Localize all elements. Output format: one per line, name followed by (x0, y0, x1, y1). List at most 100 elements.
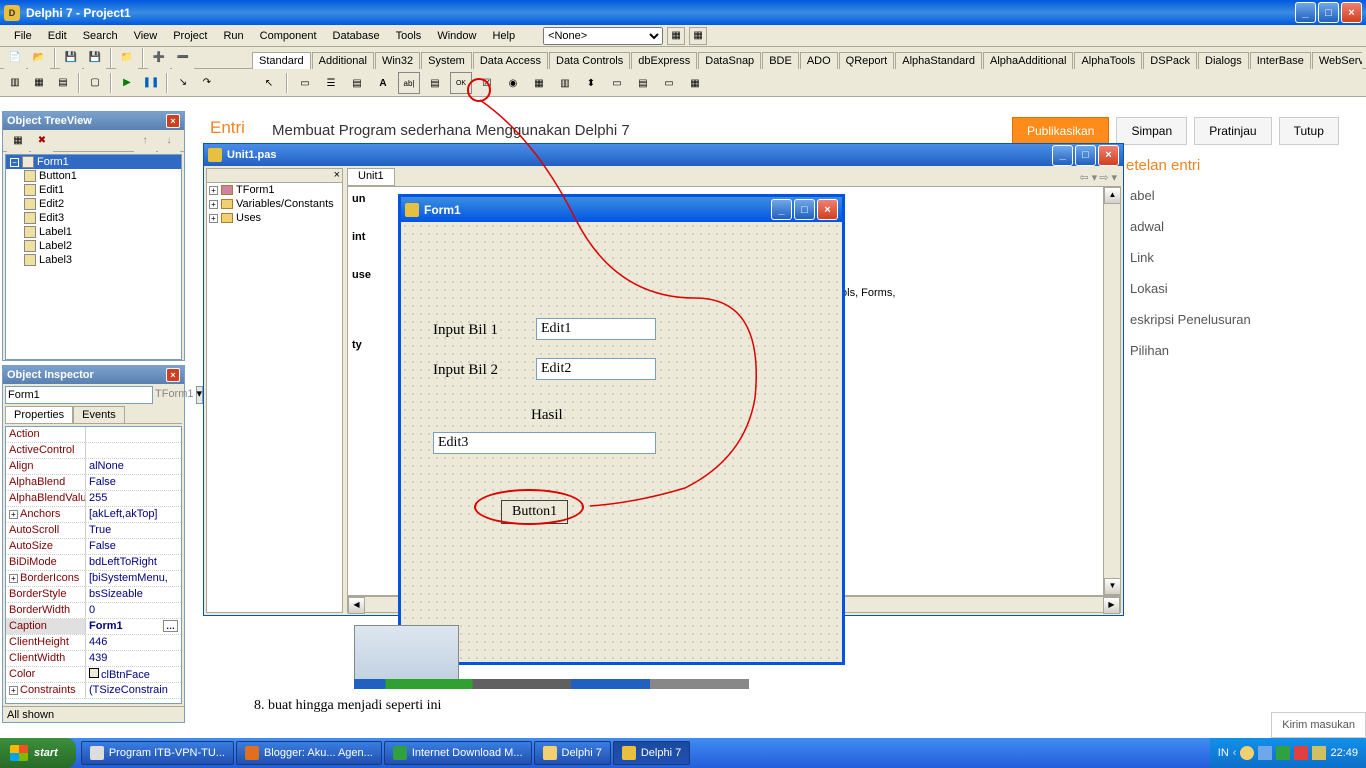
form-titlebar[interactable]: Form1 _ □ × (401, 197, 842, 222)
tray-icon-1[interactable] (1240, 746, 1254, 760)
menu-file[interactable]: File (6, 27, 40, 45)
setting-location[interactable]: Lokasi (1126, 273, 1366, 304)
palette-tab-standard[interactable]: Standard (252, 52, 311, 69)
toolbar-btn-b[interactable]: ▦ (689, 27, 707, 45)
toggle-button[interactable]: ▤ (52, 72, 74, 94)
label-icon[interactable]: A (372, 72, 394, 94)
palette-tab-additional[interactable]: Additional (312, 52, 374, 69)
maximize-button[interactable]: □ (1318, 2, 1339, 23)
edit2[interactable]: Edit2 (536, 358, 656, 380)
code-vscroll[interactable]: ▲ ▼ (1103, 187, 1120, 595)
save-button[interactable]: 💾 (60, 47, 82, 69)
open-button[interactable]: 📂 (28, 47, 50, 69)
ce-variables[interactable]: +Variables/Constants (207, 197, 342, 211)
prop-clientheight[interactable]: ClientHeight446 (6, 635, 181, 651)
prop-align[interactable]: AlignalNone (6, 459, 181, 475)
prop-alphablendvalue[interactable]: AlphaBlendValue255 (6, 491, 181, 507)
frames-icon[interactable]: ▭ (294, 72, 316, 94)
prop-anchors[interactable]: +Anchors[akLeft,akTop] (6, 507, 181, 523)
new-form-button[interactable]: ▢ (84, 72, 106, 94)
tree-item-label1[interactable]: Label1 (6, 225, 181, 239)
new-button[interactable]: 📄 (4, 47, 26, 69)
tree-item-label3[interactable]: Label3 (6, 253, 181, 267)
close-button[interactable]: × (1341, 2, 1362, 23)
palette-tab-datasnap[interactable]: DataSnap (698, 52, 761, 69)
task-delphi-7[interactable]: Delphi 7 (613, 741, 690, 765)
nav-back-icon[interactable]: ⇦ ▾ (1079, 171, 1097, 184)
setting-options[interactable]: Pilihan (1126, 335, 1366, 366)
scroll-up-icon[interactable]: ▲ (1104, 187, 1121, 204)
code-titlebar[interactable]: Unit1.pas _ □ × (204, 144, 1123, 166)
view-unit-button[interactable]: ▥ (4, 72, 26, 94)
publish-button[interactable]: Publikasikan (1012, 117, 1109, 145)
palette-tab-datacontrols[interactable]: Data Controls (549, 52, 630, 69)
view-form-button[interactable]: ▦ (28, 72, 50, 94)
memo-icon[interactable]: ▤ (424, 72, 446, 94)
task-program-itb-vpn-tu-[interactable]: Program ITB-VPN-TU... (81, 741, 234, 765)
scroll-left-icon[interactable]: ◀ (348, 597, 365, 614)
setting-description[interactable]: eskripsi Penelusuran (1126, 304, 1366, 335)
start-button[interactable]: start (0, 738, 76, 768)
ce-uses[interactable]: +Uses (207, 211, 342, 225)
treeview-up[interactable]: ↑ (134, 130, 156, 152)
tray-icon-5[interactable] (1312, 746, 1326, 760)
prop-autosize[interactable]: AutoSizeFalse (6, 539, 181, 555)
palette-tab-ado[interactable]: ADO (800, 52, 838, 69)
checkbox-icon[interactable]: ☒ (476, 72, 498, 94)
menu-edit[interactable]: Edit (40, 27, 75, 45)
palette-tab-webservices[interactable]: WebServices (1312, 52, 1362, 69)
prop-borderstyle[interactable]: BorderStylebsSizeable (6, 587, 181, 603)
tree-item-edit1[interactable]: Edit1 (6, 183, 181, 197)
label3[interactable]: Hasil (531, 407, 563, 424)
scroll-down-icon[interactable]: ▼ (1104, 578, 1121, 595)
task-internet-download-m-[interactable]: Internet Download M... (384, 741, 532, 765)
inspector-dropdown-icon[interactable]: ▾ (196, 386, 204, 404)
palette-tab-qreport[interactable]: QReport (839, 52, 895, 69)
menu-window[interactable]: Window (429, 27, 484, 45)
save-draft-button[interactable]: Simpan (1116, 117, 1187, 145)
ce-tform1[interactable]: +TForm1 (207, 183, 342, 197)
open-project-button[interactable]: 📁 (116, 47, 138, 69)
prop-clientwidth[interactable]: ClientWidth439 (6, 651, 181, 667)
palette-tab-alphastandard[interactable]: AlphaStandard (895, 52, 982, 69)
minimize-button[interactable]: _ (1295, 2, 1316, 23)
nav-fwd-icon[interactable]: ⇨ ▾ (1099, 171, 1117, 184)
listbox-icon[interactable]: ▦ (528, 72, 550, 94)
treeview-tree[interactable]: − Form1 Button1Edit1Edit2Edit3Label1Labe… (5, 154, 182, 360)
code-tab-unit1[interactable]: Unit1 (347, 168, 395, 186)
panel-icon[interactable]: ▭ (658, 72, 680, 94)
groupbox-icon[interactable]: ▭ (606, 72, 628, 94)
inspector-object-combo[interactable]: TForm1 ▾ (5, 386, 182, 404)
edit3[interactable]: Edit3 (433, 432, 656, 454)
add-file-button[interactable]: ➕ (148, 47, 170, 69)
tree-item-edit3[interactable]: Edit3 (6, 211, 181, 225)
tray-icon-2[interactable] (1258, 746, 1272, 760)
actionlist-icon[interactable]: ▦ (684, 72, 706, 94)
code-close-button[interactable]: × (1098, 145, 1119, 166)
menu-project[interactable]: Project (165, 27, 215, 45)
mainmenu-icon[interactable]: ☰ (320, 72, 342, 94)
tree-item-button1[interactable]: Button1 (6, 169, 181, 183)
code-maximize-button[interactable]: □ (1075, 145, 1096, 166)
preview-button[interactable]: Pratinjau (1194, 117, 1271, 145)
inspector-close-button[interactable]: × (166, 368, 180, 382)
step-over-button[interactable]: ↷ (196, 72, 218, 94)
run-button[interactable]: ▶ (116, 72, 138, 94)
close-editor-button[interactable]: Tutup (1279, 117, 1339, 145)
prop-activecontrol[interactable]: ActiveControl (6, 443, 181, 459)
tray-icon-4[interactable] (1294, 746, 1308, 760)
radiobutton-icon[interactable]: ◉ (502, 72, 524, 94)
prop-caption[interactable]: CaptionForm1… (6, 619, 181, 635)
palette-tab-bde[interactable]: BDE (762, 52, 799, 69)
pause-button[interactable]: ❚❚ (140, 72, 162, 94)
edit-icon[interactable]: ab| (398, 72, 420, 94)
tab-properties[interactable]: Properties (5, 406, 73, 423)
prop-bidimode[interactable]: BiDiModebdLeftToRight (6, 555, 181, 571)
button1[interactable]: Button1 (501, 500, 568, 524)
menu-help[interactable]: Help (484, 27, 523, 45)
palette-tab-alphaadditional[interactable]: AlphaAdditional (983, 52, 1073, 69)
menu-database[interactable]: Database (325, 27, 388, 45)
inspector-grid[interactable]: ActionActiveControlAlignalNoneAlphaBlend… (5, 426, 182, 704)
pointer-icon[interactable]: ↖ (258, 72, 280, 94)
palette-tab-dspack[interactable]: DSPack (1143, 52, 1197, 69)
